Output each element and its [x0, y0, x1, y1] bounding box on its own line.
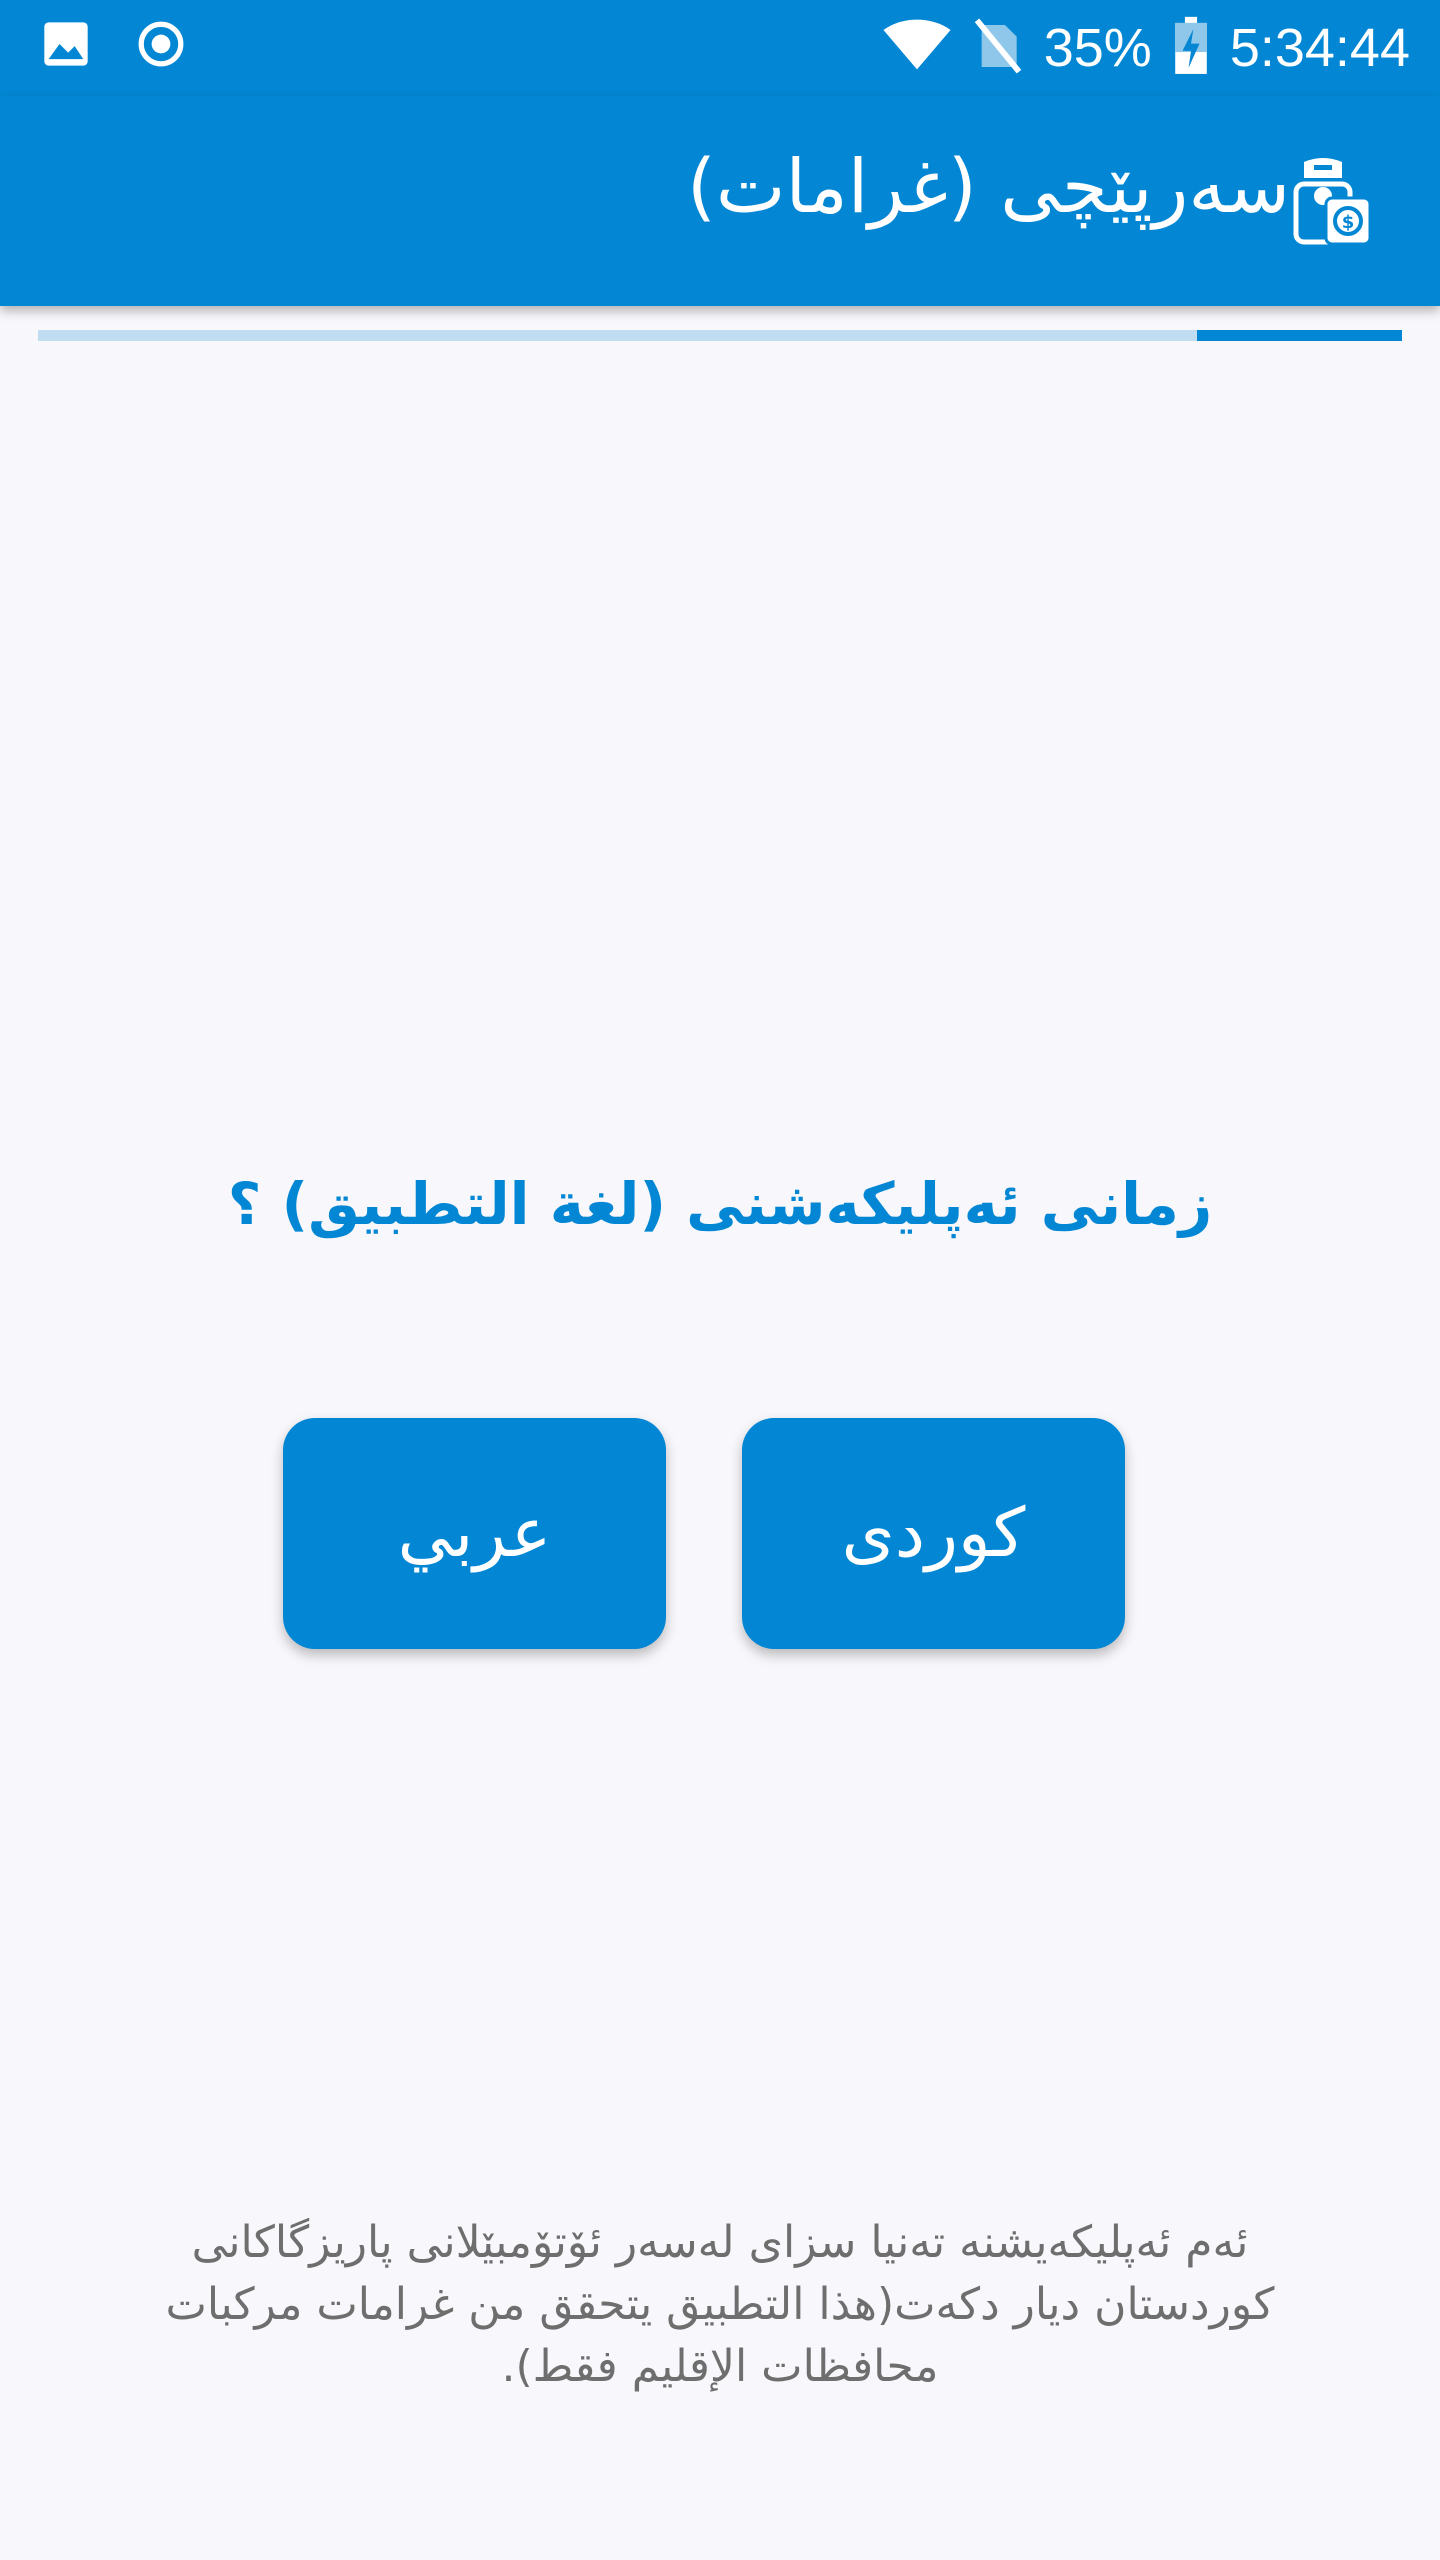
- kurdish-language-button[interactable]: کوردی: [742, 1418, 1125, 1649]
- svg-text:$: $: [1342, 212, 1355, 233]
- footer-note: ئەم ئەپلیکەیشنە تەنیا سزای لەسەر ئۆتۆمبێ…: [165, 2217, 1275, 2392]
- status-bar: 35% 5:34:44: [0, 0, 1440, 96]
- status-left-icons: [40, 18, 186, 74]
- status-right-icons: 35% 5:34:44: [882, 10, 1410, 86]
- traffic-police-fine-icon: $: [1290, 156, 1376, 248]
- language-question: زمانی ئەپلیکەشنی (لغة التطبيق) ؟: [227, 1170, 1213, 1238]
- record-icon: [136, 19, 186, 73]
- status-time: 5:34:44: [1229, 18, 1410, 78]
- progress-bar-fill: [1197, 330, 1402, 341]
- app-bar: $ سەرپێچی (غرامات): [0, 96, 1440, 306]
- battery-percent: 35%: [1043, 18, 1152, 78]
- arabic-language-button[interactable]: عربي: [283, 1418, 666, 1649]
- wifi-icon: [882, 18, 952, 78]
- progress-bar: [38, 330, 1402, 341]
- app-title: سەرپێچی (غرامات): [687, 144, 1290, 230]
- battery-charging-icon: [1174, 16, 1208, 80]
- image-icon: [40, 18, 92, 74]
- no-sim-icon: [974, 18, 1022, 78]
